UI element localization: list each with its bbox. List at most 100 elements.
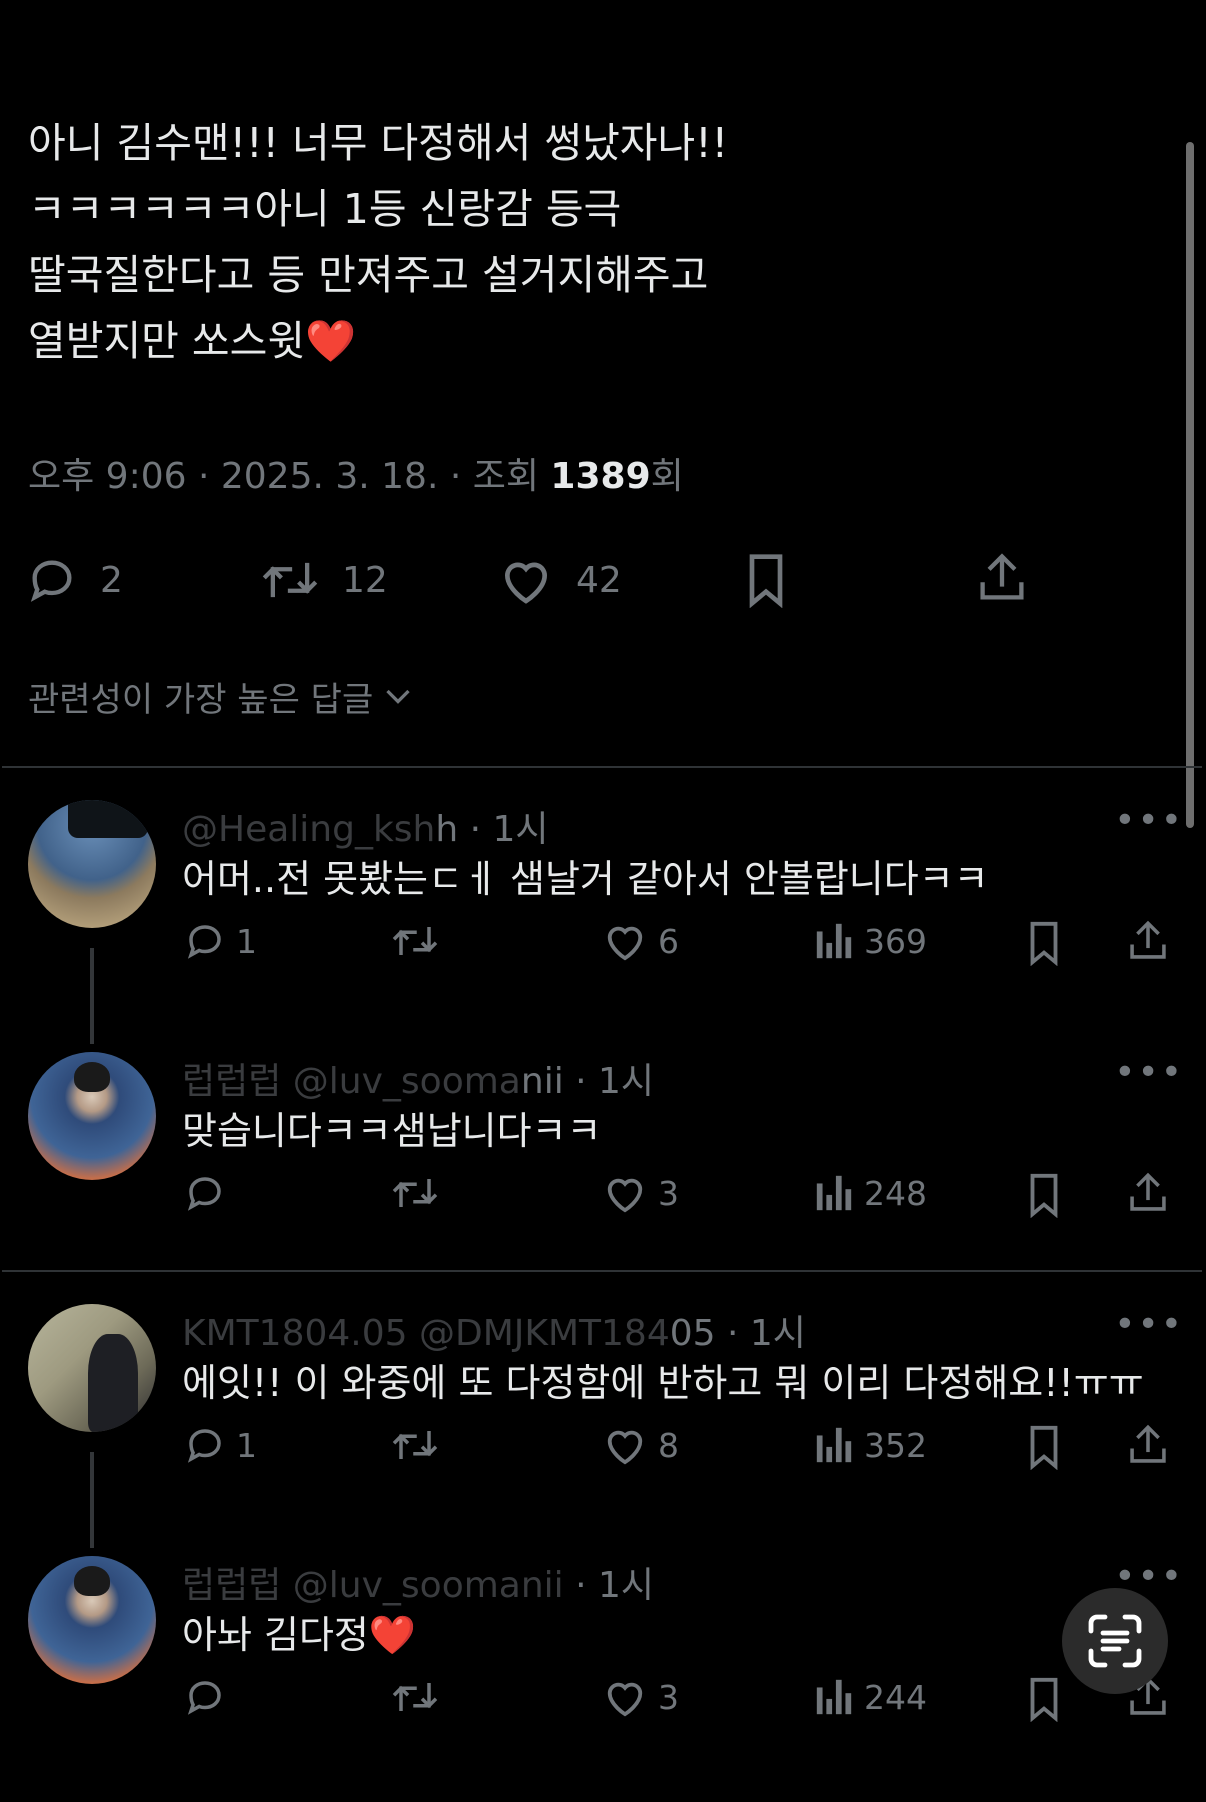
view-count: 369 <box>864 921 927 961</box>
reply-text-content: 아놔 김다정 <box>182 1613 369 1657</box>
more-options-icon[interactable]: ••• <box>1114 1304 1184 1345</box>
analytics-icon <box>816 1427 852 1463</box>
avatar-decor <box>68 800 148 838</box>
reply-icon <box>30 560 72 602</box>
sort-label: 관련성이 가장 높은 답글 <box>28 680 374 720</box>
analytics-icon <box>816 923 852 959</box>
tweet-timestamp: 오후 9:06 · 2025. 3. 18. · 조회 <box>28 456 551 497</box>
avatar-decor <box>88 1334 138 1432</box>
retweet-button[interactable] <box>390 1676 440 1718</box>
bookmark-icon <box>1030 921 1058 966</box>
views-button[interactable]: 352 <box>814 1424 927 1466</box>
more-options-icon[interactable]: ••• <box>1114 1052 1184 1093</box>
retweet-button[interactable] <box>390 1424 440 1466</box>
reply-button[interactable]: 1 <box>184 920 257 962</box>
reply-text: 어머..전 못봤는ㄷㅔ 샘날거 같아서 안볼랍니다ㅋㅋ <box>182 857 989 901</box>
handle-visible: · 1시 <box>563 1565 655 1606</box>
heart-outline-icon <box>607 1682 643 1717</box>
avatar[interactable] <box>28 1052 156 1180</box>
reply-actions: 3 244 <box>2 1676 1202 1732</box>
retweet-icon <box>392 927 438 955</box>
bookmark-button[interactable] <box>1024 1424 1064 1470</box>
bookmark-button[interactable] <box>1024 1172 1064 1218</box>
reply-handle[interactable]: 럽럽럽 @luv_soomanii · 1시 <box>182 1556 654 1608</box>
reply-item[interactable]: @Healing_kshh · 1시 ••• 어머..전 못봤는ㄷㅔ 샘날거 같… <box>2 800 1202 1000</box>
like-button[interactable]: 8 <box>602 1424 679 1466</box>
views-button[interactable]: 248 <box>814 1172 927 1214</box>
share-button[interactable] <box>1126 1170 1170 1216</box>
handle-visible: 05 · 1시 <box>669 1313 806 1354</box>
views-button[interactable]: 244 <box>814 1676 927 1718</box>
share-button[interactable] <box>976 550 1028 606</box>
bookmark-button[interactable] <box>742 552 790 608</box>
thread-line <box>90 948 94 1044</box>
view-count: 352 <box>864 1425 927 1465</box>
avatar[interactable] <box>28 1556 156 1684</box>
retweet-button[interactable] <box>390 1172 440 1214</box>
retweet-icon <box>392 1179 438 1207</box>
like-count: 6 <box>658 921 679 961</box>
retweet-icon <box>392 1431 438 1459</box>
reply-sort-dropdown[interactable]: 관련성이 가장 높은 답글 <box>28 672 413 721</box>
reply-count: 1 <box>236 1425 257 1465</box>
thread-line <box>90 1452 94 1548</box>
bookmark-icon <box>1030 1425 1058 1470</box>
like-button[interactable]: 6 <box>602 920 679 962</box>
like-button[interactable]: 42 <box>498 554 622 606</box>
scrollbar[interactable] <box>1186 142 1194 828</box>
like-button[interactable]: 3 <box>602 1676 679 1718</box>
bookmark-icon <box>749 554 783 608</box>
heart-emoji: ❤️ <box>305 317 357 365</box>
text-scan-button[interactable] <box>1062 1588 1168 1694</box>
reply-button[interactable] <box>184 1172 236 1214</box>
handle-visible: h · 1시 <box>435 809 549 850</box>
retweet-icon <box>392 1683 438 1711</box>
reply-button[interactable] <box>184 1676 236 1718</box>
like-button[interactable]: 3 <box>602 1172 679 1214</box>
view-count: 248 <box>864 1173 927 1213</box>
reply-count: 2 <box>100 559 123 601</box>
reply-item[interactable]: KMT1804.05 @DMJKMT18405 · 1시 ••• 에잇!! 이 … <box>2 1304 1202 1504</box>
bookmark-button[interactable] <box>1024 920 1064 966</box>
tweet-detail-view: 아니 김수맨!!! 너무 다정해서 썽났자나!! ㅋㅋㅋㅋㅋㅋ아니 1등 신랑감… <box>2 102 1202 1732</box>
share-button[interactable] <box>1126 918 1170 964</box>
avatar[interactable] <box>28 800 156 928</box>
reply-handle[interactable]: KMT1804.05 @DMJKMT18405 · 1시 <box>182 1304 806 1356</box>
retweet-button[interactable]: 12 <box>260 554 388 606</box>
reply-handle[interactable]: @Healing_kshh · 1시 <box>182 800 549 852</box>
views-button[interactable]: 369 <box>814 920 927 962</box>
heart-outline-icon <box>607 1430 643 1465</box>
bookmark-icon <box>1030 1173 1058 1218</box>
bookmark-button[interactable] <box>1024 1676 1064 1722</box>
retweet-count: 12 <box>342 559 388 601</box>
reply-button[interactable]: 1 <box>184 1424 257 1466</box>
handle-faded: @Healing_ksh <box>182 809 436 850</box>
reply-icon <box>187 1681 221 1715</box>
analytics-icon <box>816 1679 852 1715</box>
retweet-button[interactable] <box>390 920 440 962</box>
handle-visible: nii · 1시 <box>520 1061 655 1102</box>
share-button[interactable] <box>1126 1422 1170 1468</box>
reply-handle[interactable]: 럽럽럽 @luv_soomanii · 1시 <box>182 1052 654 1104</box>
analytics-icon <box>816 1175 852 1211</box>
tweet-line: 아니 김수맨!!! 너무 다정해서 썽났자나!! <box>28 119 729 167</box>
tweet-line: 열받지만 쏘스윗❤️ <box>28 308 1128 374</box>
like-count: 3 <box>658 1173 679 1213</box>
chevron-down-icon <box>386 689 410 704</box>
reply-item[interactable]: 럽럽럽 @luv_soomanii · 1시 ••• 아놔 김다정❤️ 3 24… <box>2 1556 1202 1732</box>
tweet-line: ㅋㅋㅋㅋㅋㅋ아니 1등 신랑감 등극 <box>28 185 622 233</box>
avatar[interactable] <box>28 1304 156 1432</box>
heart-outline-icon <box>607 1178 643 1213</box>
heart-emoji: ❤️ <box>368 1613 417 1657</box>
more-options-icon[interactable]: ••• <box>1114 800 1184 841</box>
view-count: 1389 <box>550 456 651 497</box>
share-icon <box>1130 920 1166 959</box>
reply-item[interactable]: 럽럽럽 @luv_soomanii · 1시 ••• 맞습니다ㅋㅋ샘납니다ㅋㅋ … <box>2 1052 1202 1252</box>
reply-button[interactable]: 2 <box>26 554 123 606</box>
tweet-actions: 2 12 42 <box>2 540 1202 620</box>
live-text-scan-icon <box>1088 1614 1142 1668</box>
reply-actions: 3 248 <box>2 1172 1202 1232</box>
reply-actions: 1 8 352 <box>2 1424 1202 1484</box>
view-suffix: 회 <box>650 456 684 497</box>
divider <box>2 766 1202 768</box>
